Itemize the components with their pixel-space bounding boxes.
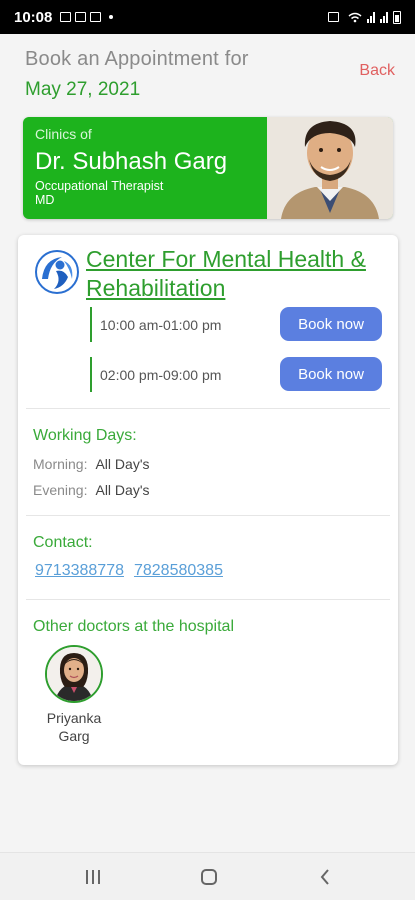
doctor-card: Clinics of Dr. Subhash Garg Occupational… [23, 117, 393, 219]
page-title: Book an Appointment for [25, 48, 249, 70]
evening-label: Evening: [33, 482, 88, 498]
other-doctors-title: Other doctors at the hospital [33, 618, 234, 635]
contact-title: Contact: [33, 534, 93, 551]
book-now-button[interactable]: Book now [280, 307, 382, 341]
phone-link[interactable]: 9713388778 [35, 562, 124, 579]
gallery-notification-icon [60, 12, 72, 22]
recent-apps-icon [86, 870, 88, 884]
appointment-date: May 27, 2021 [25, 79, 141, 100]
morning-label: Morning: [33, 456, 88, 472]
other-doctor-item[interactable]: Priyanka Garg [36, 645, 112, 745]
other-doctor-first-name: Priyanka [46, 710, 102, 726]
divider [26, 408, 390, 409]
divider [26, 599, 390, 600]
other-doctor-last-name: Garg [58, 728, 90, 744]
other-doctor-name: Priyanka Garg [36, 709, 112, 745]
morning-value: All Day's [95, 456, 150, 472]
recent-apps-icon-bar [98, 870, 100, 884]
divider [26, 515, 390, 516]
clinic-card: Center For Mental Health & Rehabilitatio… [18, 235, 398, 765]
doctor-specialty: Occupational Therapist [35, 179, 164, 193]
signal-2-icon [380, 11, 388, 23]
evening-row: Evening: All Day's [33, 482, 150, 498]
more-notifications-icon [109, 15, 114, 19]
wifi-icon [348, 12, 362, 22]
slot-time: 02:00 pm-09:00 pm [100, 367, 222, 383]
clinics-of-label: Clinics of [35, 126, 92, 142]
slot-time: 10:00 am-01:00 pm [100, 317, 222, 333]
contact-phones: 9713388778 7828580385 [35, 562, 233, 580]
battery-icon [393, 10, 401, 24]
clinic-logo [34, 249, 80, 295]
status-time: 10:08 [14, 8, 53, 26]
avatar [45, 645, 103, 703]
recent-apps-icon-bar [92, 870, 94, 884]
clinic-name-link[interactable]: Center For Mental Health & Rehabilitatio… [86, 245, 396, 303]
alarm-icon [328, 12, 339, 22]
page-header: Book an Appointment for May 27, 2021 Bac… [25, 48, 395, 101]
morning-row: Morning: All Day's [33, 456, 150, 472]
book-now-button[interactable]: Book now [280, 357, 382, 391]
chevron-left-icon [320, 869, 329, 885]
home-icon [201, 869, 217, 885]
doctor-name: Dr. Subhash Garg [35, 148, 228, 175]
message-notification-icon [90, 12, 102, 22]
system-nav-bar [0, 852, 415, 900]
nav-back-button[interactable] [310, 867, 340, 887]
back-button[interactable]: Back [359, 62, 395, 80]
app-notification-icon [75, 12, 87, 22]
recent-apps-button[interactable] [78, 867, 108, 887]
doctor-info: Clinics of Dr. Subhash Garg Occupational… [35, 126, 227, 207]
doctor-degree: MD [35, 193, 55, 207]
working-days-title: Working Days: [33, 427, 137, 444]
status-indicators [328, 10, 401, 24]
evening-value: All Day's [95, 482, 150, 498]
home-button[interactable] [194, 867, 224, 887]
phone-link[interactable]: 7828580385 [134, 562, 223, 579]
doctor-photo [267, 117, 393, 219]
status-bar: 10:08 [0, 0, 415, 34]
time-slot: 02:00 pm-09:00 pm Book now [90, 357, 382, 392]
signal-icon [367, 11, 375, 23]
time-slot: 10:00 am-01:00 pm Book now [90, 307, 382, 342]
